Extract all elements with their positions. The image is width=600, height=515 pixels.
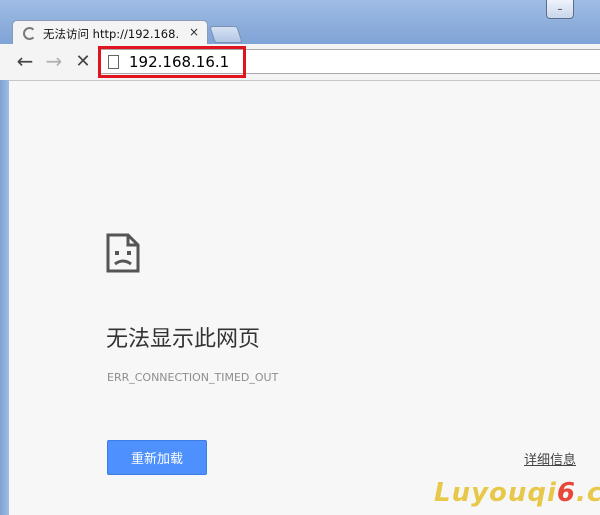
loading-spinner-icon [23,27,36,40]
window-frame-left [0,80,9,515]
watermark-logo: Luyouqi6.cn [434,478,600,508]
minimize-button[interactable]: – [546,0,574,19]
browser-tab[interactable]: 无法访问 http://192.168. × [12,20,208,45]
error-heading: 无法显示此网页 [106,327,261,352]
sad-page-icon [106,233,140,273]
stop-icon[interactable]: ✕ [72,50,94,72]
minimize-icon: – [557,3,563,15]
tab-close-icon[interactable]: × [189,25,199,39]
browser-toolbar: ← → ✕ 192.168.16.1 [0,44,600,81]
details-link[interactable]: 详细信息 [524,449,576,468]
forward-arrow-icon[interactable]: → [43,49,65,73]
new-tab-button[interactable] [209,26,243,43]
back-arrow-icon[interactable]: ← [14,49,36,73]
error-code: ERR_CONNECTION_TIMED_OUT [107,371,279,384]
reload-button[interactable]: 重新加载 [107,440,207,475]
tab-title: 无法访问 http://192.168. [43,27,180,41]
address-highlight-box [98,46,246,78]
